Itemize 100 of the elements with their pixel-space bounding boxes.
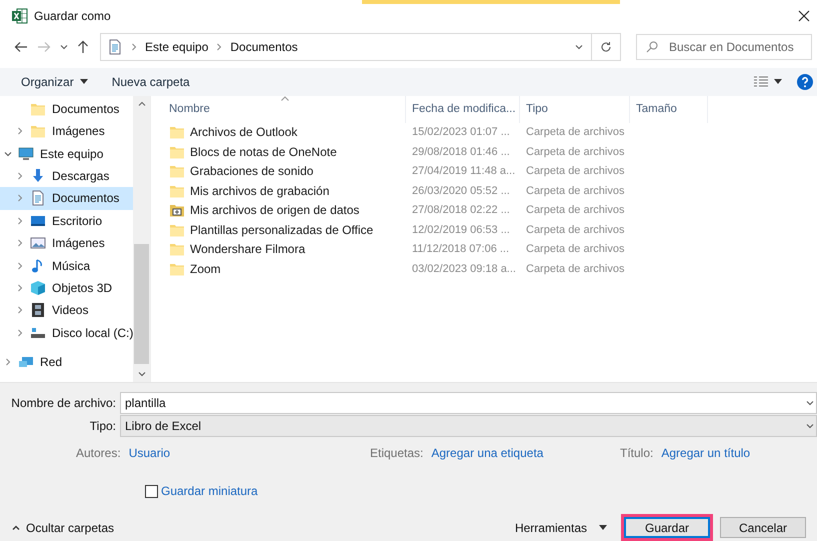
type-dropdown[interactable]: Libro de Excel (120, 414, 817, 436)
document-icon (30, 190, 46, 206)
tree-item[interactable]: Videos (0, 299, 134, 322)
picture-icon (30, 235, 46, 252)
checkbox[interactable] (145, 484, 158, 498)
computer-icon (18, 146, 34, 162)
table-cell-text: Carpeta de archivos (525, 262, 626, 275)
table-cell-text: Carpeta de archivos (525, 243, 626, 256)
link[interactable]: Agregar una etiqueta (431, 446, 544, 460)
separator-chevron-icon (215, 43, 224, 52)
expand-chevron-icon[interactable] (16, 172, 24, 180)
expand-chevron-icon[interactable] (16, 328, 24, 337)
field-label: Autores: (76, 446, 121, 460)
tree-item[interactable]: Imágenes (0, 232, 134, 254)
file-name[interactable]: Archivos de Outlook (190, 125, 298, 140)
table-cell-text: 26/03/2020 05:52 ... (411, 184, 511, 197)
expand-chevron-icon[interactable] (16, 262, 24, 270)
collapse-chevron-icon (12, 524, 20, 532)
expand-chevron-icon[interactable] (4, 358, 12, 366)
document-icon (107, 39, 123, 56)
back-arrow-icon[interactable] (14, 41, 28, 54)
table-cell-text: 12/02/2019 06:53 ... (411, 224, 511, 236)
close-icon[interactable] (798, 10, 810, 22)
tree-item[interactable]: Música (0, 254, 134, 277)
toolbar-button[interactable]: Nueva carpeta (102, 72, 199, 92)
breadcrumb[interactable]: Este equipo (145, 40, 208, 54)
separator-chevron-icon (130, 43, 138, 52)
folder-icon (169, 124, 185, 140)
column-header[interactable]: Tamaño (630, 96, 708, 123)
file-name[interactable]: Mis archivos de origen de datos (190, 203, 360, 218)
refresh-button[interactable] (592, 33, 621, 62)
file-name[interactable]: Zoom (190, 262, 221, 276)
folder-icon (169, 241, 185, 258)
dropdown-chevron-icon (806, 422, 814, 430)
table-cell-text: 15/02/2023 01:07 ... (411, 126, 511, 138)
expand-chevron-icon[interactable] (16, 216, 24, 225)
expanded-chevron-icon[interactable] (4, 150, 12, 158)
tree-item[interactable]: Documentos (0, 98, 134, 120)
folder-icon (169, 163, 185, 180)
column-header[interactable]: Nombre (163, 96, 406, 123)
tools-dropdown[interactable]: Herramientas (510, 520, 611, 534)
file-name[interactable]: Wondershare Filmora (190, 242, 306, 256)
tree-item[interactable]: Escritorio (0, 210, 134, 232)
table-cell-text: 11/12/2018 07:06 ... (411, 243, 510, 256)
tree-item[interactable]: Objetos 3D (0, 276, 134, 300)
caret-icon (774, 79, 782, 84)
tree-item[interactable]: Este equipo (0, 142, 134, 165)
tree-item[interactable]: Descargas (0, 164, 134, 188)
field-label: Título: (620, 446, 654, 460)
dropdown-chevron-icon[interactable] (575, 43, 583, 52)
link[interactable]: Agregar un título (661, 446, 750, 460)
column-header[interactable]: Tipo (520, 96, 630, 123)
table-cell-text: Carpeta de archivos (525, 146, 626, 158)
file-name[interactable]: Mis archivos de grabación (190, 184, 330, 198)
search-field[interactable]: Buscar en Documentos (636, 34, 812, 60)
link[interactable]: Usuario (128, 446, 170, 460)
help-icon[interactable] (797, 74, 813, 90)
up-arrow-icon[interactable] (77, 40, 89, 54)
dialog-button[interactable]: Guardar (624, 517, 710, 538)
dialog-button[interactable]: Cancelar (720, 517, 806, 538)
field-label: Tipo: (88, 418, 117, 432)
recent-chevron-icon[interactable] (60, 43, 68, 52)
hide-folders-toggle[interactable]: Ocultar carpetas (8, 520, 118, 534)
expand-chevron-icon[interactable] (16, 284, 24, 292)
tree-item[interactable]: Documentos (0, 187, 134, 210)
file-name[interactable]: Grabaciones de sonido (190, 164, 314, 178)
table-cell-text: Carpeta de archivos (525, 126, 626, 138)
down-arrow-icon (30, 168, 46, 184)
data-folder-icon (169, 202, 185, 218)
expand-chevron-icon[interactable] (16, 194, 24, 202)
scroll-up-icon[interactable] (138, 100, 146, 108)
address-bar[interactable]: Este equipo Documentos (100, 33, 592, 62)
table-cell-text: 27/04/2019 11:48 a... (411, 165, 516, 178)
search-icon (646, 41, 658, 54)
file-name[interactable]: Blocs de notas de OneNote (190, 144, 337, 159)
cube-icon (30, 280, 46, 296)
window-title: Guardar como (34, 9, 111, 24)
checkbox-label[interactable]: Guardar miniatura (161, 484, 258, 498)
folder-icon (30, 123, 46, 140)
tree-item[interactable]: Red (0, 350, 134, 374)
scroll-thumb[interactable] (134, 244, 149, 364)
expand-chevron-icon[interactable] (16, 127, 24, 136)
file-name[interactable]: Plantillas personalizadas de Office (190, 222, 374, 237)
dropdown-button[interactable]: Organizar (12, 72, 97, 92)
table-cell-text: 03/02/2023 09:18 a... (411, 262, 517, 275)
expand-chevron-icon[interactable] (16, 306, 24, 314)
breadcrumb[interactable]: Documentos (230, 40, 298, 54)
tree-item[interactable]: Disco local (C:) (0, 321, 134, 344)
expand-chevron-icon[interactable] (16, 239, 24, 248)
caret-icon (599, 525, 607, 530)
table-cell-text: 29/08/2018 01:46 ... (411, 146, 511, 158)
filename-field[interactable]: plantilla (120, 392, 817, 414)
field-label: Etiquetas: (370, 446, 424, 460)
caret-icon (80, 79, 88, 84)
tree-item[interactable]: Imágenes (0, 120, 134, 142)
table-cell-text: 27/08/2018 02:22 ... (411, 204, 511, 216)
dropdown-chevron-icon (806, 398, 814, 406)
excel-icon (12, 8, 28, 24)
column-header[interactable]: Fecha de modifica... (406, 96, 520, 123)
scroll-down-icon[interactable] (138, 370, 146, 378)
